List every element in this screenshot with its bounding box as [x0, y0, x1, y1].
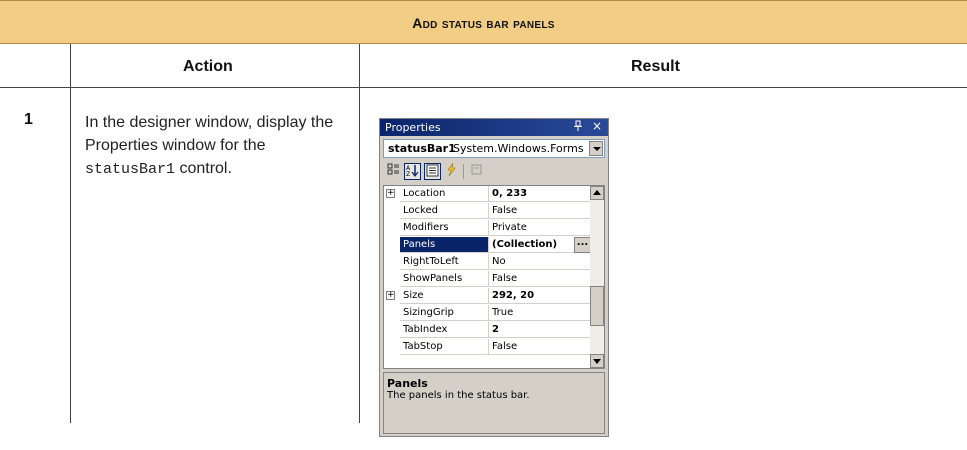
property-name[interactable]: Location — [400, 186, 488, 202]
property-value[interactable]: Private — [488, 220, 590, 236]
property-name[interactable]: TabIndex — [400, 322, 488, 338]
svg-text:Z: Z — [406, 171, 410, 177]
table-header-row — [0, 44, 967, 88]
step-number: 1 — [24, 111, 33, 128]
property-value[interactable]: No — [488, 254, 590, 270]
scroll-up-button[interactable] — [590, 186, 604, 200]
action-text: In the designer window, display the Prop… — [85, 114, 334, 154]
scroll-thumb[interactable] — [590, 286, 604, 326]
property-value[interactable]: 2 — [488, 322, 590, 338]
property-value[interactable]: False — [488, 203, 590, 219]
property-row[interactable]: + Location 0, 233 — [384, 186, 590, 203]
section-banner: Add status bar panels — [0, 0, 967, 44]
object-type: System.Windows.Forms — [453, 142, 584, 155]
property-value[interactable]: True — [488, 305, 590, 321]
properties-titlebar: Properties × — [380, 119, 608, 136]
property-pages-icon[interactable] — [468, 163, 485, 180]
chevron-down-icon[interactable] — [589, 141, 603, 156]
expand-icon[interactable]: + — [386, 291, 395, 300]
banner-title: Add status bar panels — [412, 15, 555, 31]
step-action: In the designer window, display the Prop… — [85, 111, 345, 181]
property-name[interactable]: Locked — [400, 203, 488, 219]
property-grid: + Location 0, 233 Locked False Modifiers Priva… — [383, 185, 605, 369]
property-row[interactable]: TabIndex 2 — [384, 322, 590, 339]
properties-window: Properties × statusBar1 System.Windows.F… — [379, 118, 609, 437]
property-name[interactable]: ShowPanels — [400, 271, 488, 287]
property-row[interactable]: TabStop False — [384, 339, 590, 356]
description-title: Panels — [387, 377, 428, 390]
property-row[interactable]: + Size 292, 20 — [384, 288, 590, 305]
expand-icon[interactable]: + — [386, 189, 395, 198]
result-header: Result — [631, 58, 680, 75]
properties-icon[interactable] — [424, 163, 441, 180]
action-suffix: control. — [175, 160, 232, 177]
pin-icon[interactable] — [573, 120, 583, 135]
property-row[interactable]: RightToLeft No — [384, 254, 590, 271]
categorized-icon[interactable] — [385, 163, 402, 180]
close-icon[interactable]: × — [592, 119, 602, 133]
column-divider-2 — [359, 44, 360, 423]
property-name[interactable]: TabStop — [400, 339, 488, 355]
properties-title: Properties — [385, 121, 441, 134]
property-value[interactable]: False — [488, 339, 590, 355]
property-name[interactable]: RightToLeft — [400, 254, 488, 270]
property-value[interactable]: (Collection)... — [488, 237, 591, 253]
property-value[interactable]: False — [488, 271, 590, 287]
property-name[interactable]: Panels — [400, 237, 488, 253]
object-name: statusBar1 — [388, 142, 456, 155]
description-pane: Panels The panels in the status bar. — [383, 372, 605, 434]
property-grid-scrollbar[interactable] — [590, 186, 604, 368]
property-row[interactable]: SizingGrip True — [384, 305, 590, 322]
action-header: Action — [183, 58, 233, 75]
scroll-down-button[interactable] — [590, 354, 604, 368]
object-selector[interactable]: statusBar1 System.Windows.Forms — [383, 139, 605, 158]
column-divider-1 — [70, 44, 71, 423]
property-row[interactable]: ShowPanels False — [384, 271, 590, 288]
toolbar-separator — [463, 164, 464, 179]
property-value[interactable]: 292, 20 — [488, 288, 590, 304]
property-value[interactable]: 0, 233 — [488, 186, 590, 202]
events-icon[interactable] — [443, 162, 460, 180]
property-row[interactable]: Locked False — [384, 203, 590, 220]
property-row[interactable]: Panels (Collection)... — [384, 237, 591, 254]
property-name[interactable]: Size — [400, 288, 488, 304]
alphabetical-icon[interactable]: AZ — [404, 163, 421, 180]
property-name[interactable]: SizingGrip — [400, 305, 488, 321]
description-text: The panels in the status bar. — [387, 390, 530, 401]
property-row[interactable]: Modifiers Private — [384, 220, 590, 237]
ellipsis-button[interactable]: ... — [574, 237, 591, 253]
property-name[interactable]: Modifiers — [400, 220, 488, 236]
action-code: statusBar1 — [85, 161, 176, 178]
